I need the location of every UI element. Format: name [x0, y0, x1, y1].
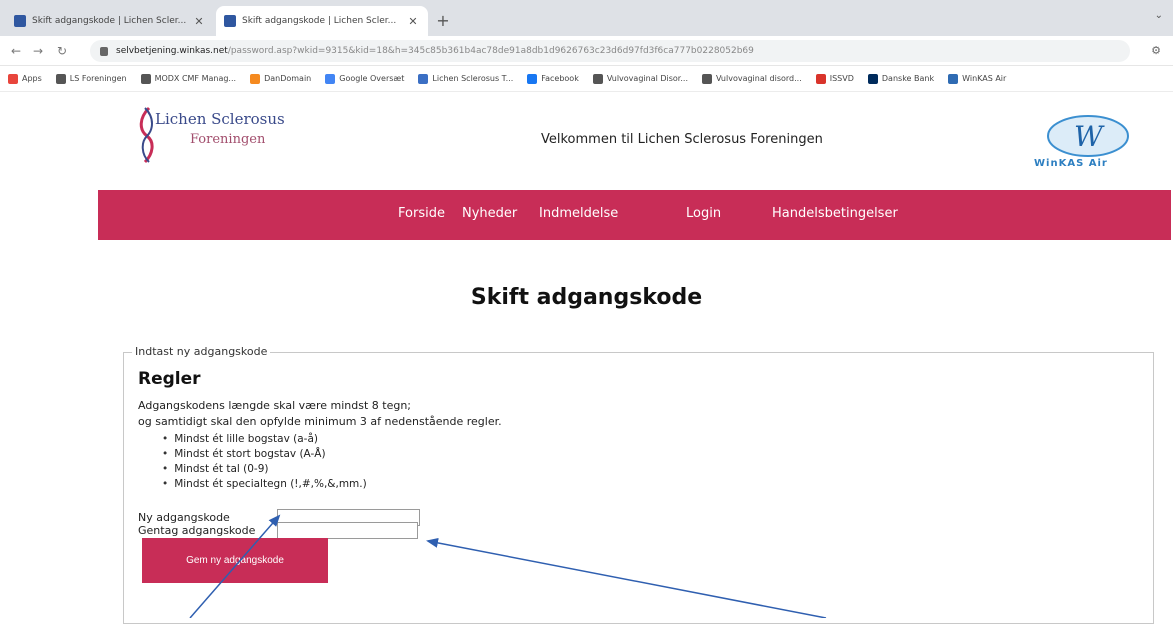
facebook-icon — [527, 73, 538, 84]
bookmark-item[interactable]: Facebook — [527, 73, 579, 84]
bookmark-label: Danske Bank — [881, 74, 935, 83]
tab-title: Skift adgangskode | Lichen Scler... — [242, 16, 397, 26]
site-favicon-icon — [224, 15, 236, 27]
bookmark-item[interactable]: Apps — [8, 73, 42, 84]
site-favicon-icon — [14, 15, 26, 27]
browser-tab-active[interactable]: Skift adgangskode | Lichen Scler... ✕ — [216, 6, 428, 36]
bookmark-label: Facebook — [541, 74, 579, 83]
bookmark-label: Google Oversæt — [339, 74, 405, 83]
apps-grid-icon — [8, 73, 18, 84]
bookmark-item[interactable]: Lichen Sclerosus T... — [418, 73, 514, 84]
bookmark-label: LS Foreningen — [69, 74, 127, 83]
rules-intro-length: Adgangskodens længde skal være mindst 8 … — [138, 399, 411, 412]
bookmark-label: Lichen Sclerosus T... — [432, 74, 514, 83]
forward-arrow-icon[interactable]: → — [30, 43, 46, 59]
repeat-password-label: Gentag adgangskode — [138, 524, 256, 537]
tab-close-icon[interactable]: ✕ — [406, 15, 420, 28]
globe-icon — [140, 73, 151, 84]
rule-item: Mindst ét specialtegn (!,#,%,&,mm.) — [162, 477, 367, 492]
bookmark-item[interactable]: DanDomain — [250, 73, 312, 84]
dandomain-icon — [250, 73, 261, 84]
bank-icon — [867, 73, 878, 84]
new-password-label: Ny adgangskode — [138, 511, 230, 524]
reload-icon[interactable]: ↻ — [54, 43, 70, 59]
new-tab-button[interactable]: + — [432, 10, 454, 32]
globe-icon — [592, 73, 603, 84]
logo-subtitle: Foreningen — [190, 132, 266, 147]
bookmark-item[interactable]: Vulvovaginal disord... — [701, 73, 802, 84]
fieldset-legend: Indtast ny adgangskode — [132, 345, 271, 358]
svg-text:W: W — [1074, 120, 1105, 153]
browser-tab-bar: Skift adgangskode | Lichen Scler... ✕ Sk… — [0, 0, 1173, 36]
bookmark-label: Vulvovaginal disord... — [715, 74, 802, 83]
welcome-text: Velkommen til Lichen Sclerosus Foreninge… — [541, 132, 823, 147]
bookmark-label: WinKAS Air — [962, 74, 1007, 83]
bookmark-label: ISSVD — [829, 74, 854, 83]
browser-toolbar: ← → ↻ selvbetjening.winkas.net /password… — [0, 36, 1173, 66]
bookmark-label: DanDomain — [264, 74, 312, 83]
bookmark-label: MODX CMF Manag... — [154, 74, 237, 83]
password-fieldset: Indtast ny adgangskode Regler Adgangskod… — [123, 345, 1154, 624]
rule-item: Mindst ét tal (0-9) — [162, 462, 367, 477]
save-password-button[interactable]: Gem ny adgangskode — [142, 538, 328, 583]
tab-search-chevron-icon[interactable]: ⌄ — [1155, 10, 1163, 21]
rules-heading: Regler — [138, 369, 201, 389]
browser-tab[interactable]: Skift adgangskode | Lichen Scler... ✕ — [6, 6, 214, 36]
nav-item-handelsbetingelser[interactable]: Handelsbetingelser — [772, 206, 898, 221]
bookmark-label: Vulvovaginal Disor... — [606, 74, 688, 83]
nav-item-nyheder[interactable]: Nyheder — [462, 206, 517, 221]
url-host: selvbetjening.winkas.net — [116, 46, 228, 56]
rules-list: Mindst ét lille bogstav (a-å) Mindst ét … — [162, 432, 367, 492]
bookmark-label: Apps — [22, 74, 42, 83]
winkas-icon — [948, 73, 959, 84]
page-title: Skift adgangskode — [470, 285, 703, 310]
repeat-password-input[interactable] — [277, 522, 418, 539]
url-path: /password.asp?wkid=9315&kid=18&h=345c85b… — [227, 46, 754, 56]
bookmark-item[interactable]: Vulvovaginal Disor... — [592, 73, 688, 84]
globe-icon — [55, 73, 66, 84]
issvd-icon — [815, 73, 826, 84]
globe-icon — [701, 73, 712, 84]
bookmarks-bar: Apps LS Foreningen MODX CMF Manag... DanDom… — [0, 66, 1173, 92]
rule-item: Mindst ét stort bogstav (A-Å) — [162, 447, 367, 462]
bookmark-item[interactable]: MODX CMF Manag... — [140, 73, 237, 84]
back-arrow-icon[interactable]: ← — [8, 43, 24, 59]
main-nav: Forside Nyheder Indmeldelse Login Handel… — [98, 190, 1171, 240]
logo-title: Lichen Sclerosus — [155, 110, 285, 128]
address-bar[interactable]: selvbetjening.winkas.net /password.asp?w… — [90, 40, 1130, 62]
nav-item-indmeldelse[interactable]: Indmeldelse — [539, 206, 618, 221]
bookmark-item[interactable]: WinKAS Air — [948, 73, 1007, 84]
bookmark-item[interactable]: Danske Bank — [867, 73, 935, 84]
rule-item: Mindst ét lille bogstav (a-å) — [162, 432, 367, 447]
extension-icon[interactable]: ⚙ — [1151, 44, 1161, 57]
nav-item-forside[interactable]: Forside — [398, 206, 445, 221]
nav-item-login[interactable]: Login — [686, 206, 721, 221]
rules-intro-criteria: og samtidigt skal den opfylde minimum 3 … — [138, 415, 502, 428]
translate-icon — [325, 73, 336, 84]
tab-title: Skift adgangskode | Lichen Scler... — [32, 16, 187, 26]
tab-close-icon[interactable]: ✕ — [192, 15, 206, 28]
bookmark-item[interactable]: Google Oversæt — [325, 73, 405, 84]
site-logo[interactable]: Lichen Sclerosus Foreningen — [135, 104, 315, 166]
winkas-logo[interactable]: W WinKAS Air — [1028, 110, 1146, 172]
bookmark-item[interactable]: ISSVD — [815, 73, 854, 84]
lock-icon — [100, 46, 108, 56]
winkas-logo-text: WinKAS Air — [1034, 158, 1108, 169]
bookmark-icon — [418, 73, 429, 84]
bookmark-item[interactable]: LS Foreningen — [55, 73, 127, 84]
